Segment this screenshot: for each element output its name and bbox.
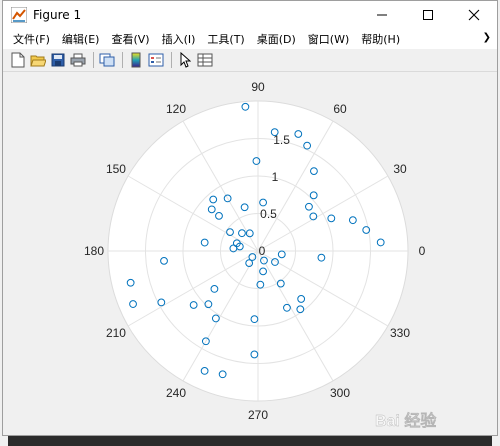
theta-tick-label: 60 [333,102,347,116]
legend-icon [148,53,164,67]
r-tick-label: 0 [259,244,266,258]
pointer-icon [180,52,191,68]
open-icon [30,55,46,67]
close-icon [468,9,480,21]
r-tick-label: 1 [272,170,279,184]
minimize-button[interactable] [359,1,405,29]
toolbar-separator [93,52,94,68]
minimize-icon [377,14,387,16]
menu-edit[interactable]: 编辑(E) [56,31,106,47]
toolbar-separator [122,52,123,68]
open-button[interactable] [29,51,47,69]
theta-tick-label: 270 [248,408,268,422]
title-bar[interactable]: Figure 1 [3,1,497,29]
menu-insert[interactable]: 插入(I) [156,31,202,47]
matlab-app-icon [11,7,27,23]
print-button[interactable] [69,51,87,69]
menu-bar: 文件(F) 编辑(E) 查看(V) 插入(I) 工具(T) 桌面(D) 窗口(W… [3,29,497,49]
theta-tick-label: 30 [393,162,407,176]
figure-canvas[interactable]: 0 30 60 90 120 150 180 210 240 270 300 3… [3,72,497,435]
menu-help[interactable]: 帮助(H) [355,31,406,47]
save-icon [51,53,65,67]
window-title: Figure 1 [33,8,82,22]
new-figure-button[interactable] [9,51,27,69]
legend-button[interactable] [147,51,165,69]
polar-axes[interactable]: 0 30 60 90 120 150 180 210 240 270 300 3… [3,72,497,435]
theta-tick-label: 330 [390,326,410,340]
theta-tick-label: 240 [166,386,186,400]
link-plot-icon [99,53,115,67]
link-plot-button[interactable] [98,51,116,69]
menu-file[interactable]: 文件(F) [7,31,56,47]
property-editor-button[interactable] [196,51,214,69]
figure-window: Figure 1 文件(F) 编辑(E) 查看(V) 插入(I) 工具(T) 桌… [2,0,498,436]
menu-view[interactable]: 查看(V) [105,31,155,47]
theta-tick-label: 150 [106,162,126,176]
menu-tools[interactable]: 工具(T) [201,31,250,47]
theta-tick-label: 210 [106,326,126,340]
maximize-button[interactable] [405,1,451,29]
colorbar-icon [131,52,141,68]
menu-desktop[interactable]: 桌面(D) [251,31,302,47]
theta-tick-label: 300 [330,386,350,400]
close-button[interactable] [451,1,497,29]
theta-tick-label: 0 [419,244,426,258]
new-figure-icon [11,52,25,68]
print-icon [70,53,86,67]
figure-toolbar [3,49,497,72]
theta-tick-label: 90 [251,80,265,94]
colorbar-button[interactable] [127,51,145,69]
save-button[interactable] [49,51,67,69]
watermark-logo: Bai 经验 [375,411,438,430]
property-editor-icon [197,53,213,67]
maximize-icon [423,10,433,20]
toolbar-separator [171,52,172,68]
r-tick-label: 0.5 [260,207,277,221]
chevron-right-icon[interactable]: ❯ [483,32,491,43]
theta-tick-label: 180 [84,244,104,258]
menu-window[interactable]: 窗口(W) [302,31,355,47]
theta-tick-label: 120 [166,102,186,116]
pointer-button[interactable] [176,51,194,69]
watermark-text: Bai 经验 [375,411,437,430]
